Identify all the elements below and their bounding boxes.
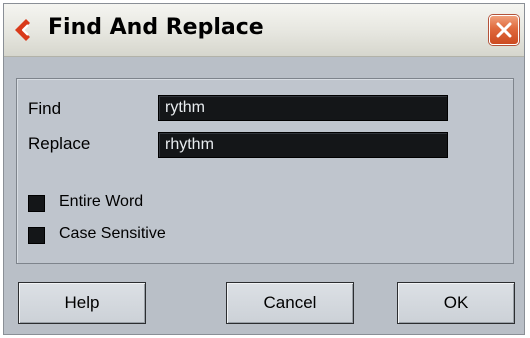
entire-word-label[interactable]: Entire Word <box>59 193 143 211</box>
case-sensitive-label[interactable]: Case Sensitive <box>59 225 166 243</box>
title-bar[interactable]: Find And Replace <box>4 4 524 57</box>
close-icon <box>496 22 512 38</box>
ok-button[interactable]: OK <box>397 282 515 324</box>
case-sensitive-checkbox[interactable] <box>28 227 45 244</box>
help-button[interactable]: Help <box>18 282 146 324</box>
find-label: Find <box>28 99 62 118</box>
find-and-replace-dialog: Find And Replace Find rythm Replace rhyt… <box>3 3 525 335</box>
dialog-title: Find And Replace <box>48 15 264 40</box>
cubase-logo-icon <box>12 17 38 43</box>
replace-input[interactable]: rhythm <box>158 132 448 158</box>
find-input[interactable]: rythm <box>158 95 448 121</box>
close-button[interactable] <box>489 15 519 45</box>
entire-word-checkbox[interactable] <box>28 195 45 212</box>
options-panel: Find rythm Replace rhythm Entire Word Ca… <box>16 78 514 264</box>
replace-label: Replace <box>28 134 91 153</box>
cancel-button[interactable]: Cancel <box>226 282 354 324</box>
